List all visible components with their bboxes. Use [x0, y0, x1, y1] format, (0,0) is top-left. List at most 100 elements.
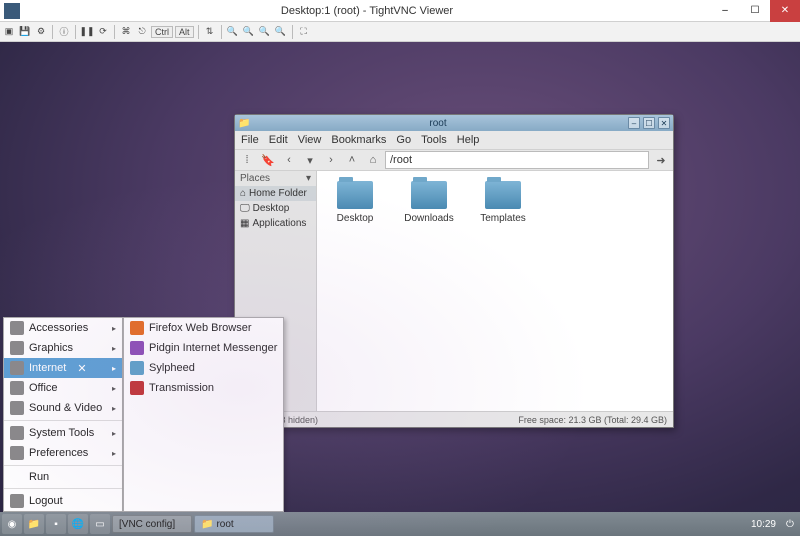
fullscreen-icon[interactable]: ⛶ — [297, 25, 311, 39]
folder-icon: 📁 — [238, 118, 248, 128]
chevron-right-icon: ▸ — [112, 429, 116, 438]
window-maximize-button[interactable]: ☐ — [643, 117, 655, 129]
remote-desktop[interactable]: 📁 root – ☐ ✕ File Edit View Bookmarks Go… — [0, 42, 800, 536]
category-icon — [10, 321, 24, 335]
menu-tools[interactable]: Tools — [421, 134, 447, 146]
terminal-launcher[interactable]: ▪ — [46, 514, 66, 534]
menu-accessories[interactable]: Accessories▸ — [4, 318, 122, 338]
cursor-icon: ✕ — [77, 362, 86, 375]
folder-icon — [411, 181, 447, 209]
info-icon[interactable]: ⓘ — [57, 25, 71, 39]
menu-internet[interactable]: Internet✕▸ — [4, 358, 122, 378]
menu-system-tools[interactable]: System Tools▸ — [4, 423, 122, 443]
menu-run[interactable]: Run — [4, 468, 122, 486]
menu-edit[interactable]: Edit — [269, 134, 288, 146]
cad-icon[interactable]: ⌘ — [119, 25, 133, 39]
start-menu-button[interactable]: ◉ — [2, 514, 22, 534]
nav-go-icon[interactable]: ➜ — [652, 151, 670, 169]
places-applications[interactable]: ▦Applications — [235, 216, 316, 231]
close-button[interactable]: ✕ — [770, 0, 800, 22]
file-manager-navbar: ⁞ 🔖 ‹ ▾ › ˄ ⌂ /root ➜ — [235, 149, 673, 171]
menu-sound-video[interactable]: Sound & Video▸ — [4, 398, 122, 418]
menu-view[interactable]: View — [298, 134, 322, 146]
menu-graphics[interactable]: Graphics▸ — [4, 338, 122, 358]
transmission-icon — [130, 381, 144, 395]
separator — [75, 25, 76, 39]
folder-item[interactable]: Downloads — [401, 181, 457, 224]
file-manager-titlebar[interactable]: 📁 root – ☐ ✕ — [235, 115, 673, 131]
places-desktop[interactable]: 🖵Desktop — [235, 201, 316, 216]
file-manager-window[interactable]: 📁 root – ☐ ✕ File Edit View Bookmarks Go… — [234, 114, 674, 428]
minimize-all-button[interactable]: ▭ — [90, 514, 110, 534]
menu-separator — [4, 420, 122, 421]
nav-parent-icon[interactable]: ˄ — [343, 151, 361, 169]
pidgin-icon — [130, 341, 144, 355]
category-icon — [10, 426, 24, 440]
menu-office[interactable]: Office▸ — [4, 378, 122, 398]
category-icon — [10, 401, 24, 415]
file-manager-title: root — [251, 118, 625, 129]
zoom-fit-icon[interactable]: 🔍 — [274, 25, 288, 39]
options-icon[interactable]: ⚙ — [34, 25, 48, 39]
new-connection-icon[interactable]: ▣ — [2, 25, 16, 39]
nav-bookmark-icon[interactable]: 🔖 — [259, 151, 277, 169]
taskbar-task-vnc-config[interactable]: [VNC config] — [112, 515, 192, 533]
chevron-right-icon: ▸ — [112, 384, 116, 393]
ctrl-esc-icon[interactable]: ⎋ — [135, 25, 149, 39]
file-manager-launcher[interactable]: 📁 — [24, 514, 44, 534]
transfer-icon[interactable]: ⇅ — [203, 25, 217, 39]
window-minimize-button[interactable]: – — [628, 117, 640, 129]
menu-file[interactable]: File — [241, 134, 259, 146]
menu-preferences[interactable]: Preferences▸ — [4, 443, 122, 463]
refresh-icon[interactable]: ⟳ — [96, 25, 110, 39]
minimize-button[interactable]: – — [710, 0, 740, 22]
home-icon: ⌂ — [240, 188, 246, 199]
ctrl-key-button[interactable]: Ctrl — [151, 26, 173, 38]
host-window-titlebar: Desktop:1 (root) - TightVNC Viewer – ☐ ✕ — [0, 0, 800, 22]
chevron-right-icon: ▸ — [112, 364, 116, 373]
chevron-right-icon: ▸ — [112, 344, 116, 353]
menu-separator — [4, 465, 122, 466]
chevron-right-icon: ▸ — [112, 449, 116, 458]
pause-icon[interactable]: ❚❚ — [80, 25, 94, 39]
nav-forward-icon[interactable]: › — [322, 151, 340, 169]
chevron-down-icon: ▾ — [306, 173, 311, 184]
menu-logout[interactable]: Logout — [4, 491, 122, 511]
zoom-100-icon[interactable]: 🔍 — [258, 25, 272, 39]
nav-back-icon[interactable]: ‹ — [280, 151, 298, 169]
host-window-title: Desktop:1 (root) - TightVNC Viewer — [24, 5, 710, 17]
submenu-pidgin[interactable]: Pidgin Internet Messenger — [124, 338, 283, 358]
folder-item[interactable]: Templates — [475, 181, 531, 224]
browser-launcher[interactable]: 🌐 — [68, 514, 88, 534]
taskbar-task-root[interactable]: 📁root — [194, 515, 274, 533]
folder-view[interactable]: Desktop Downloads Templates — [317, 171, 673, 411]
chevron-right-icon: ▸ — [112, 324, 116, 333]
logout-icon — [10, 494, 24, 508]
separator — [221, 25, 222, 39]
places-header[interactable]: Places ▾ — [235, 171, 316, 186]
taskbar-clock[interactable]: 10:29 — [747, 519, 780, 530]
menu-go[interactable]: Go — [396, 134, 411, 146]
path-input[interactable]: /root — [385, 151, 649, 169]
folder-item[interactable]: Desktop — [327, 181, 383, 224]
application-menu: Accessories▸ Graphics▸ Internet✕▸ Office… — [3, 317, 284, 512]
nav-up-icon[interactable]: ⁞ — [238, 151, 256, 169]
power-icon[interactable]: ⏻ — [782, 516, 798, 532]
nav-history-icon[interactable]: ▾ — [301, 151, 319, 169]
maximize-button[interactable]: ☐ — [740, 0, 770, 22]
zoom-out-icon[interactable]: 🔍 — [242, 25, 256, 39]
separator — [52, 25, 53, 39]
file-manager-statusbar: 3 items (13 hidden) Free space: 21.3 GB … — [235, 411, 673, 427]
menu-help[interactable]: Help — [457, 134, 480, 146]
places-home[interactable]: ⌂Home Folder — [235, 186, 316, 201]
submenu-transmission[interactable]: Transmission — [124, 378, 283, 398]
menu-bookmarks[interactable]: Bookmarks — [331, 134, 386, 146]
file-manager-body: Places ▾ ⌂Home Folder 🖵Desktop ▦Applicat… — [235, 171, 673, 411]
zoom-in-icon[interactable]: 🔍 — [226, 25, 240, 39]
save-icon[interactable]: 💾 — [18, 25, 32, 39]
alt-key-button[interactable]: Alt — [175, 26, 194, 38]
nav-home-icon[interactable]: ⌂ — [364, 151, 382, 169]
window-close-button[interactable]: ✕ — [658, 117, 670, 129]
submenu-firefox[interactable]: Firefox Web Browser — [124, 318, 283, 338]
submenu-sylpheed[interactable]: Sylpheed — [124, 358, 283, 378]
